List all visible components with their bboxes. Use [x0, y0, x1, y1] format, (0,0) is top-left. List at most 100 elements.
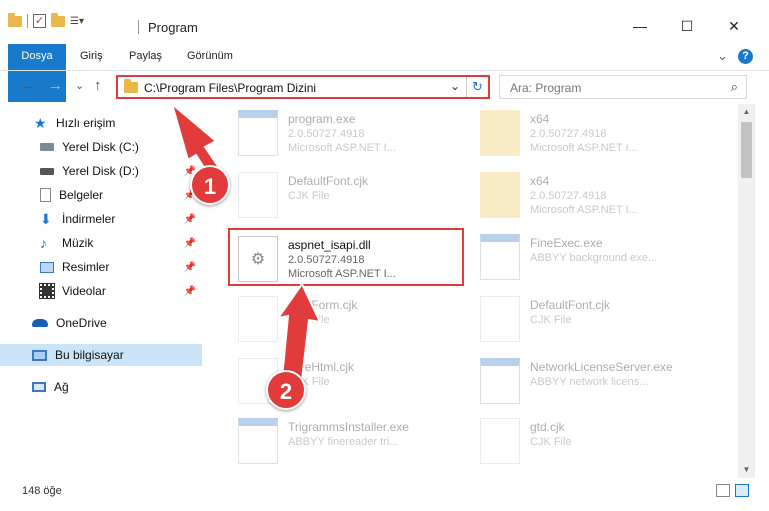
list-item[interactable]: FineExec.exe ABBYY background exe... — [472, 228, 712, 286]
sidebar-item-downloads[interactable]: ⬇ İndirmeler 📌 — [0, 208, 202, 230]
file-name: gtd.cjk — [530, 420, 565, 434]
details-view-icon[interactable] — [716, 484, 730, 497]
window-title: Program — [148, 20, 198, 35]
minimize-button[interactable]: — — [630, 16, 650, 36]
tab-share[interactable]: Paylaş — [129, 44, 162, 68]
status-bar: 148 öğe — [0, 478, 769, 511]
tab-home[interactable]: Giriş — [80, 44, 103, 68]
download-icon: ⬇ — [40, 211, 52, 227]
title-bar: ✓ ☰▾ Program — ☐ ✕ — [0, 0, 769, 42]
up-arrow-icon[interactable]: ↑ — [94, 77, 102, 94]
file-name: TrigrammsInstaller.exe — [288, 420, 409, 434]
search-input[interactable]: Ara: Program ⌕ — [499, 75, 747, 99]
recent-locations-icon[interactable]: ⌄ — [75, 79, 84, 92]
address-bar[interactable]: C:\Program Files\Program Dizini ⌄ ↻ — [116, 75, 490, 99]
folder-icon — [480, 110, 520, 156]
search-icon[interactable]: ⌕ — [731, 79, 738, 95]
document-icon — [40, 188, 51, 202]
help-icon[interactable]: ? — [738, 48, 753, 64]
sidebar-item-this-pc[interactable]: Bu bilgisayar — [0, 344, 202, 366]
sidebar-item-music[interactable]: ♪ Müzik 📌 — [0, 232, 202, 254]
list-item[interactable]: gtd.cjk CJK File — [472, 412, 712, 470]
back-arrow-icon[interactable]: ← — [20, 77, 35, 94]
scroll-down-icon[interactable]: ▼ — [738, 462, 755, 478]
sidebar-item-onedrive[interactable]: OneDrive — [0, 312, 202, 334]
scrollbar-thumb[interactable] — [741, 122, 752, 178]
pin-icon[interactable]: 📌 — [184, 214, 196, 225]
new-folder-icon[interactable] — [51, 12, 65, 27]
close-button[interactable]: ✕ — [724, 16, 744, 36]
sidebar-item-videos[interactable]: Videolar 📌 — [0, 280, 202, 302]
file-detail: Microsoft ASP.NET I... — [288, 268, 396, 280]
sidebar-item-pictures[interactable]: Resimler 📌 — [0, 256, 202, 278]
file-name: DefaultFont.cjk — [288, 174, 369, 188]
list-item[interactable]: NetworkLicenseServer.exe ABBYY network l… — [472, 352, 712, 410]
maximize-button[interactable]: ☐ — [677, 16, 697, 36]
divider — [138, 20, 139, 34]
drive-icon — [40, 143, 54, 151]
file-detail: CJK File — [530, 436, 572, 448]
file-detail: 2.0.50727.4918 — [288, 128, 365, 140]
list-item[interactable]: TrigrammsInstaller.exe ABBYY finereader … — [230, 412, 470, 470]
list-item[interactable]: x64 2.0.50727.4918 Microsoft ASP.NET I..… — [472, 166, 712, 224]
application-icon — [238, 418, 278, 464]
sidebar-item-label: Yerel Disk (D:) — [62, 164, 139, 178]
drive-icon — [40, 167, 54, 175]
folder-icon — [124, 79, 138, 93]
refresh-icon[interactable]: ↻ — [466, 77, 488, 97]
list-item[interactable]: DefaultFont.cjk CJK File — [472, 290, 712, 348]
tab-view[interactable]: Görünüm — [187, 44, 233, 68]
file-name: program.exe — [288, 112, 356, 126]
file-list: program.exe 2.0.50727.4918 Microsoft ASP… — [210, 104, 740, 478]
file-name: NetworkLicenseServer.exe — [530, 360, 673, 374]
chevron-down-icon[interactable]: ⌄ — [717, 48, 728, 64]
file-detail: ABBYY background exe... — [530, 252, 657, 264]
sidebar-item-local-disk-c[interactable]: Yerel Disk (C:) 📌 — [0, 136, 202, 158]
pin-icon[interactable]: 📌 — [184, 262, 196, 273]
file-detail: 2.0.50727.4918 — [530, 128, 607, 140]
list-item[interactable]: DefaultFont.cjk CJK File — [230, 166, 470, 224]
file-icon — [480, 296, 520, 342]
chevron-down-icon[interactable]: ⌄ — [450, 79, 460, 93]
music-icon: ♪ — [40, 235, 47, 251]
file-name: x64 — [530, 112, 550, 126]
large-icons-view-icon[interactable] — [735, 484, 749, 497]
application-icon — [238, 110, 278, 156]
sidebar-item-label: Bu bilgisayar — [55, 348, 124, 362]
step-1-badge: 1 — [190, 165, 230, 205]
star-icon: ★ — [34, 115, 47, 131]
sidebar-item-label: Yerel Disk (C:) — [62, 140, 139, 154]
file-detail: CJK File — [288, 314, 330, 326]
sidebar-item-label: İndirmeler — [62, 212, 116, 226]
sidebar-item-local-disk-d[interactable]: Yerel Disk (D:) 📌 — [0, 160, 202, 182]
list-item[interactable]: x64 2.0.50727.4918 Microsoft ASP.NET I..… — [472, 104, 712, 162]
pin-icon[interactable]: 📌 — [184, 238, 196, 249]
address-path[interactable]: C:\Program Files\Program Dizini — [144, 81, 316, 95]
file-name: FineForm.cjk — [288, 298, 358, 312]
list-item[interactable]: FineForm.cjk CJK File — [230, 290, 470, 348]
sidebar-item-quick-access[interactable]: ★ Hızlı erişim — [0, 112, 202, 134]
sidebar-item-documents[interactable]: Belgeler 📌 — [0, 184, 202, 206]
file-detail: ABBYY finereader tri... — [288, 436, 399, 448]
file-name: x64 — [530, 174, 550, 188]
list-item-selected-dll[interactable]: ⚙ aspnet_isapi.dll 2.0.50727.4918 Micros… — [228, 228, 464, 286]
pin-icon[interactable]: 📌 — [184, 142, 196, 153]
sidebar-item-network[interactable]: Ağ — [0, 376, 202, 398]
list-item[interactable]: program.exe 2.0.50727.4918 Microsoft ASP… — [230, 104, 470, 162]
vertical-scrollbar[interactable]: ▲ ▼ — [738, 104, 755, 478]
file-detail: CJK File — [530, 314, 572, 326]
quick-access-toolbar: ✓ ☰▾ — [8, 12, 84, 28]
pin-icon[interactable]: 📌 — [184, 286, 196, 297]
forward-arrow-icon[interactable]: → — [48, 77, 63, 94]
customize-toolbar-icon[interactable]: ☰▾ — [70, 16, 84, 27]
video-icon — [39, 283, 55, 299]
computer-icon — [32, 349, 47, 361]
file-detail: Microsoft ASP.NET I... — [530, 142, 638, 154]
navigation-pane: ★ Hızlı erişim Yerel Disk (C:) 📌 Yerel D… — [0, 104, 202, 478]
list-item[interactable]: FineHtml.cjk CJK File — [230, 352, 470, 410]
divider — [27, 14, 28, 28]
folder-icon — [480, 172, 520, 218]
file-name: FineExec.exe — [530, 236, 603, 250]
scroll-up-icon[interactable]: ▲ — [738, 104, 755, 120]
properties-icon[interactable]: ✓ — [33, 14, 46, 28]
